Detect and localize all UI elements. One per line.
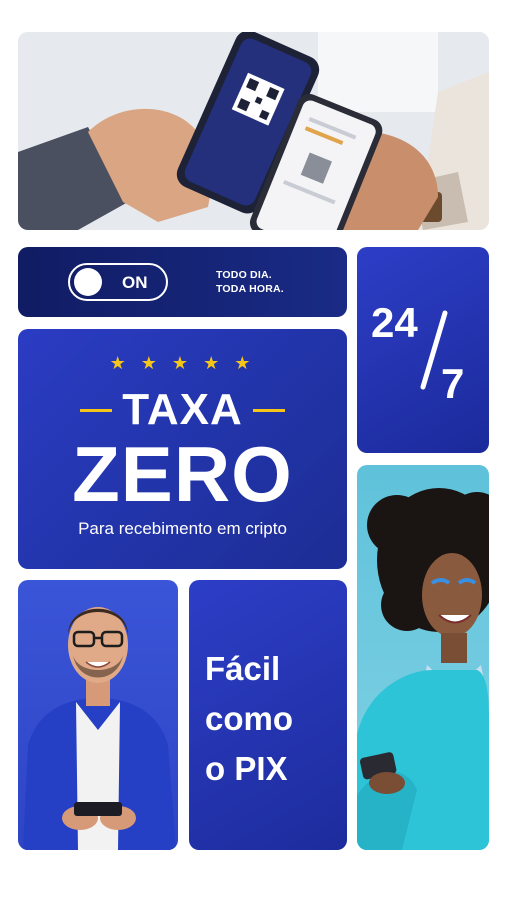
promo-title-line-2: ZERO [72, 430, 293, 518]
availability-text: TODO DIA. TODA HORA. [216, 268, 284, 296]
right-dash [252, 408, 285, 412]
facil-line-3: o PIX [205, 750, 288, 787]
facil-line-1: Fácil [205, 650, 281, 687]
availability-line-2: TODA HORA. [216, 283, 284, 295]
man-photo [18, 580, 178, 850]
toggle-state-label: ON [122, 273, 148, 292]
hours-badge: 24 7 [357, 247, 489, 453]
easy-as-pix-card: Fácil como o PIX [189, 580, 347, 850]
taxa-row: TAXA [18, 385, 347, 435]
on-toggle-switch[interactable]: ON [68, 263, 168, 301]
hands-phones-illustration [18, 32, 489, 230]
zero-fee-promo: ★ ★ ★ ★ ★ TAXA ZERO Para recebimento em … [18, 329, 347, 569]
toggle-knob [74, 268, 102, 296]
slash-divider [420, 310, 448, 390]
woman-with-phone-illustration [357, 488, 489, 850]
promo-subtitle: Para recebimento em cripto [78, 519, 287, 538]
promo-title-line-1: TAXA [122, 385, 243, 434]
availability-banner: ON TODO DIA. TODA HORA. [18, 247, 347, 317]
facil-line-2: como [205, 700, 294, 737]
hero-photo [18, 32, 489, 230]
left-dash [80, 408, 113, 412]
stars-rating: ★ ★ ★ ★ ★ [109, 353, 256, 373]
availability-line-1: TODO DIA. [216, 269, 272, 281]
days-number: 7 [441, 360, 465, 407]
easy-as-pix-text: Fácil como o PIX [205, 644, 293, 794]
man-with-phone-illustration [23, 607, 176, 850]
woman-photo [357, 465, 489, 850]
